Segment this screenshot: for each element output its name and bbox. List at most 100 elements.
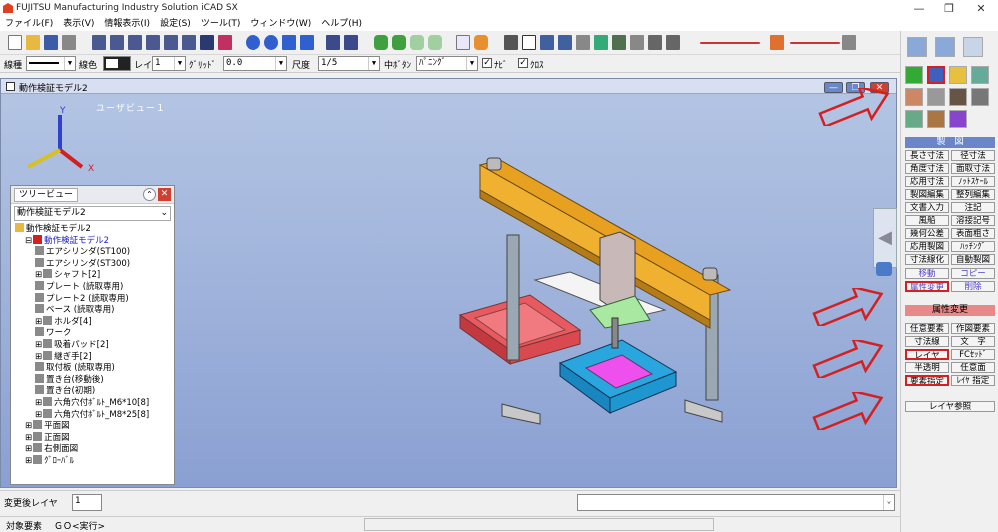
render-icon[interactable] [218, 35, 232, 50]
center2-icon[interactable] [558, 35, 572, 50]
tree-item[interactable]: プレート (読取専用) [35, 281, 123, 292]
panel-button[interactable]: 整列編集 [951, 189, 995, 200]
panel-button[interactable]: ﾉｯﾄｽｹｰﾙ [951, 176, 995, 187]
line-color-combo[interactable] [103, 56, 131, 71]
layer-combo[interactable]: 1 ▼ [152, 56, 186, 71]
minimize-button[interactable]: — [904, 0, 934, 17]
shade4-icon[interactable] [300, 35, 314, 50]
grid-combo[interactable]: 0.0 ▼ [223, 56, 287, 71]
panel-button[interactable]: 風船 [905, 215, 949, 226]
cylinder3-icon[interactable] [410, 35, 424, 50]
tree-item[interactable]: ベース (読取専用) [35, 304, 114, 315]
undo-icon[interactable] [326, 35, 340, 50]
grid-on-icon[interactable] [612, 35, 626, 50]
shade-icon[interactable] [246, 35, 260, 50]
menu-view[interactable]: 表示(V) [58, 17, 99, 31]
view-top-icon[interactable] [110, 35, 124, 50]
target-layer-input[interactable]: 1 [72, 494, 102, 511]
expand-icon[interactable]: ⊞ [25, 421, 32, 431]
tree-item[interactable]: 置き台(移動後) [35, 373, 104, 385]
panel-button[interactable]: 文 字 [951, 336, 995, 347]
line-type-combo[interactable]: ▼ [26, 56, 76, 71]
menu-info[interactable]: 情報表示(I) [99, 17, 155, 31]
tree-item[interactable]: 動作検証モデル2 [15, 223, 91, 234]
tree-item[interactable]: ⊞ 吸着パッド[2] [35, 339, 109, 350]
tree-item[interactable]: ⊞ ｸﾞﾛｰﾊﾞﾙ [25, 455, 74, 466]
dim-tools-icon[interactable] [790, 42, 840, 44]
tree-close-icon[interactable]: ✕ [158, 188, 171, 201]
expand-icon[interactable]: ⊞ [35, 352, 42, 362]
view-iso-icon[interactable] [182, 35, 196, 50]
panel-button[interactable]: 寸法線化 [905, 254, 949, 265]
menu-settings[interactable]: 設定(S) [155, 17, 196, 31]
shade2-icon[interactable] [264, 35, 278, 50]
panel-button[interactable]: 注記 [951, 202, 995, 213]
panel-button[interactable]: ﾚｲﾔ 指定 [951, 375, 995, 386]
scale-combo[interactable]: 1/5 ▼ [318, 56, 380, 71]
expand-icon[interactable]: ⊞ [25, 444, 32, 454]
expand-icon[interactable]: ⊞ [35, 317, 42, 327]
attribute-change-button[interactable]: 属性変更 [905, 281, 949, 292]
tree-item[interactable]: ⊞ シャフト[2] [35, 269, 100, 280]
panel-button[interactable]: 任意面 [951, 362, 995, 373]
menu-window[interactable]: ウィンドウ(W) [245, 17, 316, 31]
dimension-tool-icon[interactable] [927, 66, 945, 84]
panel-button[interactable]: 任意要素 [905, 323, 949, 334]
expand-icon[interactable]: ⊞ [35, 270, 42, 280]
new-file-icon[interactable] [8, 35, 22, 50]
close-button[interactable]: ✕ [966, 0, 996, 17]
tool9-icon[interactable] [905, 110, 923, 128]
select-icon[interactable] [522, 35, 536, 50]
pattern-icon[interactable] [842, 35, 856, 50]
panel-button[interactable]: 応用製図 [905, 241, 949, 252]
center-button-combo[interactable]: ﾊﾟﾆﾝｸﾞ ▼ [416, 56, 478, 71]
expand-icon[interactable]: ⊞ [35, 410, 42, 420]
tree-item[interactable]: ⊞ 右側面図 [25, 443, 78, 454]
tool5-icon[interactable] [905, 88, 923, 106]
view-bottom-icon[interactable] [164, 35, 178, 50]
move-button[interactable]: 移動 [905, 268, 949, 279]
menu-help[interactable]: ヘルプ(H) [316, 17, 367, 31]
ortho2-icon[interactable] [666, 35, 680, 50]
command-combo[interactable]: ⌄ [577, 494, 895, 511]
part-tool-icon[interactable] [971, 66, 989, 84]
tree-item[interactable]: ⊞ 正面図 [25, 431, 70, 443]
cylinder2-icon[interactable] [392, 35, 406, 50]
panel-button[interactable]: 溶接記号 [951, 215, 995, 226]
tree-item[interactable]: 取付板 (読取専用) [35, 362, 115, 373]
layer-reference-button[interactable]: レイヤ参照 [905, 401, 995, 412]
panel-button[interactable]: 半透明 [905, 362, 949, 373]
menu-file[interactable]: ファイル(F) [0, 17, 58, 31]
panel-button[interactable]: 面取寸法 [951, 163, 995, 174]
cylinder4-icon[interactable] [428, 35, 442, 50]
measure-icon[interactable] [504, 35, 518, 50]
panel-button[interactable]: 径寸法 [951, 150, 995, 161]
tool11-icon[interactable] [949, 110, 967, 128]
tree-item[interactable]: ⊞ 六角穴付ﾎﾞﾙﾄ_M6*10[8] [35, 397, 149, 408]
document-icon[interactable] [456, 35, 470, 50]
tree-item[interactable]: プレート2 (読取専用) [35, 292, 129, 304]
view-back-icon[interactable] [146, 35, 160, 50]
tree-item[interactable]: ⊞ 六角穴付ﾎﾞﾙﾄ_M8*25[8] [35, 408, 149, 420]
ap-icon[interactable] [770, 35, 784, 50]
view-user-icon[interactable] [200, 35, 214, 50]
view-side-icon[interactable] [128, 35, 142, 50]
panel-button[interactable]: 製図編集 [905, 189, 949, 200]
collapse-node-icon[interactable]: ⊟ [25, 236, 32, 246]
panel-button[interactable]: 長さ寸法 [905, 150, 949, 161]
tree-item[interactable]: 置き台(初期) [35, 385, 95, 396]
snap-icon[interactable] [576, 35, 590, 50]
panel-button[interactable]: 文書入力 [905, 202, 949, 213]
cross-checkbox[interactable]: ✓ [518, 58, 528, 68]
tree-item[interactable]: ⊞ 継ぎ手[2] [35, 350, 92, 362]
line-tools-icon[interactable] [700, 42, 760, 44]
model-3d[interactable] [440, 150, 760, 440]
tree-model-select[interactable]: 動作検証モデル2 ⌄ [14, 206, 171, 221]
tool7-icon[interactable] [949, 88, 967, 106]
panel-tab1-icon[interactable] [907, 37, 927, 57]
layer-stack-icon[interactable] [876, 262, 892, 276]
panel-button[interactable]: 要素指定 [905, 375, 949, 386]
panel-button[interactable]: FCｾｯﾄﾞ [951, 349, 995, 360]
ortho-icon[interactable] [648, 35, 662, 50]
redo-icon[interactable] [344, 35, 358, 50]
